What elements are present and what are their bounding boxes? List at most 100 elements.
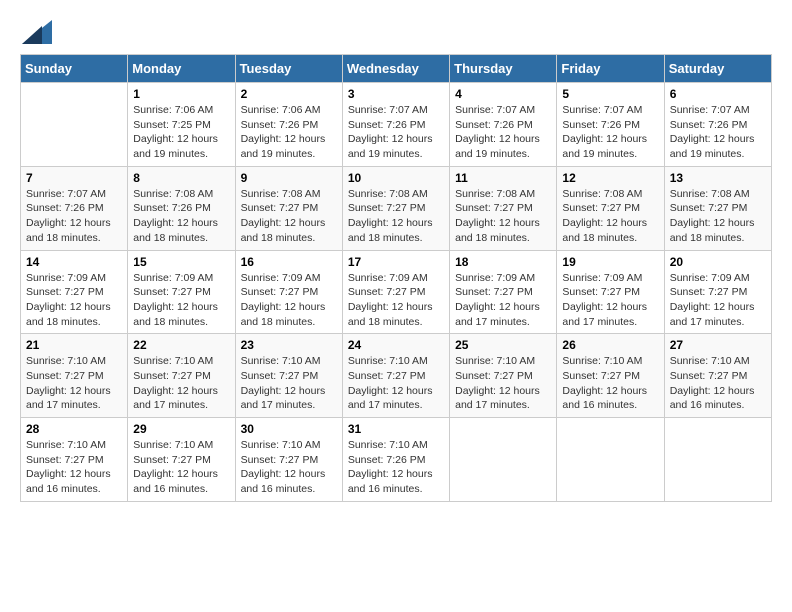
calendar-cell: 1Sunrise: 7:06 AMSunset: 7:25 PMDaylight…	[128, 83, 235, 167]
day-number: 22	[133, 338, 229, 352]
day-info: Sunrise: 7:08 AMSunset: 7:27 PMDaylight:…	[455, 187, 551, 246]
calendar-header-row: SundayMondayTuesdayWednesdayThursdayFrid…	[21, 55, 772, 83]
day-info: Sunrise: 7:10 AMSunset: 7:27 PMDaylight:…	[133, 354, 229, 413]
header-monday: Monday	[128, 55, 235, 83]
day-number: 2	[241, 87, 337, 101]
calendar-cell: 15 Sunrise: 7:09 AMSunset: 7:27 PMDayligh…	[128, 250, 235, 334]
day-number: 10	[348, 171, 444, 185]
calendar-cell: 28 Sunrise: 7:10 AMSunset: 7:27 PMDayligh…	[21, 418, 128, 502]
calendar-cell: 12 Sunrise: 7:08 AMSunset: 7:27 PMDayligh…	[557, 166, 664, 250]
calendar-cell: 9 Sunrise: 7:08 AMSunset: 7:27 PMDaylight…	[235, 166, 342, 250]
calendar-cell: 24Sunrise: 7:10 AMSunset: 7:27 PMDayligh…	[342, 334, 449, 418]
calendar-cell: 26 Sunrise: 7:10 AMSunset: 7:27 PMDayligh…	[557, 334, 664, 418]
calendar-cell: 6 Sunrise: 7:07 AMSunset: 7:26 PMDaylight…	[664, 83, 771, 167]
calendar-cell	[450, 418, 557, 502]
day-info: Sunrise: 7:06 AMSunset: 7:26 PMDaylight:…	[241, 103, 337, 162]
day-info: Sunrise: 7:09 AMSunset: 7:27 PMDaylight:…	[26, 271, 122, 330]
day-number: 29	[133, 422, 229, 436]
day-info: Sunrise: 7:10 AMSunset: 7:27 PMDaylight:…	[133, 438, 229, 497]
calendar-cell: 21 Sunrise: 7:10 AMSunset: 7:27 PMDayligh…	[21, 334, 128, 418]
day-info: Sunrise: 7:09 AMSunset: 7:27 PMDaylight:…	[670, 271, 766, 330]
day-info: Sunrise: 7:09 AMSunset: 7:27 PMDaylight:…	[562, 271, 658, 330]
day-number: 28	[26, 422, 122, 436]
calendar-week-row: 21 Sunrise: 7:10 AMSunset: 7:27 PMDayligh…	[21, 334, 772, 418]
calendar-cell: 17 Sunrise: 7:09 AMSunset: 7:27 PMDayligh…	[342, 250, 449, 334]
page-header	[20, 20, 772, 44]
calendar-cell: 14 Sunrise: 7:09 AMSunset: 7:27 PMDayligh…	[21, 250, 128, 334]
day-number: 25	[455, 338, 551, 352]
day-info: Sunrise: 7:10 AMSunset: 7:27 PMDaylight:…	[26, 438, 122, 497]
day-number: 16	[241, 255, 337, 269]
day-number: 9	[241, 171, 337, 185]
day-number: 13	[670, 171, 766, 185]
calendar-cell: 13Sunrise: 7:08 AMSunset: 7:27 PMDayligh…	[664, 166, 771, 250]
day-info: Sunrise: 7:10 AMSunset: 7:27 PMDaylight:…	[670, 354, 766, 413]
day-number: 19	[562, 255, 658, 269]
day-info: Sunrise: 7:10 AMSunset: 7:27 PMDaylight:…	[455, 354, 551, 413]
day-info: Sunrise: 7:07 AMSunset: 7:26 PMDaylight:…	[670, 103, 766, 162]
day-info: Sunrise: 7:06 AMSunset: 7:25 PMDaylight:…	[133, 103, 229, 162]
day-number: 20	[670, 255, 766, 269]
day-number: 4	[455, 87, 551, 101]
calendar-cell: 30Sunrise: 7:10 AMSunset: 7:27 PMDayligh…	[235, 418, 342, 502]
calendar-cell: 18 Sunrise: 7:09 AMSunset: 7:27 PMDayligh…	[450, 250, 557, 334]
calendar-cell: 4 Sunrise: 7:07 AMSunset: 7:26 PMDaylight…	[450, 83, 557, 167]
day-info: Sunrise: 7:09 AMSunset: 7:27 PMDaylight:…	[241, 271, 337, 330]
calendar-table: SundayMondayTuesdayWednesdayThursdayFrid…	[20, 54, 772, 502]
day-info: Sunrise: 7:07 AMSunset: 7:26 PMDaylight:…	[26, 187, 122, 246]
header-sunday: Sunday	[21, 55, 128, 83]
calendar-cell: 2 Sunrise: 7:06 AMSunset: 7:26 PMDaylight…	[235, 83, 342, 167]
header-friday: Friday	[557, 55, 664, 83]
calendar-cell: 8 Sunrise: 7:08 AMSunset: 7:26 PMDaylight…	[128, 166, 235, 250]
day-info: Sunrise: 7:09 AMSunset: 7:27 PMDaylight:…	[455, 271, 551, 330]
day-info: Sunrise: 7:08 AMSunset: 7:27 PMDaylight:…	[562, 187, 658, 246]
calendar-week-row: 28 Sunrise: 7:10 AMSunset: 7:27 PMDayligh…	[21, 418, 772, 502]
day-number: 11	[455, 171, 551, 185]
day-number: 14	[26, 255, 122, 269]
calendar-cell: 31 Sunrise: 7:10 AMSunset: 7:26 PMDayligh…	[342, 418, 449, 502]
day-info: Sunrise: 7:10 AMSunset: 7:26 PMDaylight:…	[348, 438, 444, 497]
day-number: 12	[562, 171, 658, 185]
day-info: Sunrise: 7:09 AMSunset: 7:27 PMDaylight:…	[348, 271, 444, 330]
day-number: 21	[26, 338, 122, 352]
day-number: 23	[241, 338, 337, 352]
day-number: 7	[26, 171, 122, 185]
calendar-cell: 16 Sunrise: 7:09 AMSunset: 7:27 PMDayligh…	[235, 250, 342, 334]
day-info: Sunrise: 7:07 AMSunset: 7:26 PMDaylight:…	[455, 103, 551, 162]
header-wednesday: Wednesday	[342, 55, 449, 83]
calendar-week-row: 1Sunrise: 7:06 AMSunset: 7:25 PMDaylight…	[21, 83, 772, 167]
day-number: 30	[241, 422, 337, 436]
day-info: Sunrise: 7:08 AMSunset: 7:26 PMDaylight:…	[133, 187, 229, 246]
day-number: 26	[562, 338, 658, 352]
calendar-cell	[664, 418, 771, 502]
header-saturday: Saturday	[664, 55, 771, 83]
day-info: Sunrise: 7:08 AMSunset: 7:27 PMDaylight:…	[348, 187, 444, 246]
day-number: 5	[562, 87, 658, 101]
calendar-week-row: 14 Sunrise: 7:09 AMSunset: 7:27 PMDayligh…	[21, 250, 772, 334]
day-info: Sunrise: 7:08 AMSunset: 7:27 PMDaylight:…	[241, 187, 337, 246]
calendar-cell: 3Sunrise: 7:07 AMSunset: 7:26 PMDaylight…	[342, 83, 449, 167]
day-number: 8	[133, 171, 229, 185]
day-info: Sunrise: 7:10 AMSunset: 7:27 PMDaylight:…	[241, 354, 337, 413]
day-info: Sunrise: 7:09 AMSunset: 7:27 PMDaylight:…	[133, 271, 229, 330]
day-info: Sunrise: 7:07 AMSunset: 7:26 PMDaylight:…	[562, 103, 658, 162]
day-number: 24	[348, 338, 444, 352]
calendar-cell: 5 Sunrise: 7:07 AMSunset: 7:26 PMDaylight…	[557, 83, 664, 167]
day-number: 18	[455, 255, 551, 269]
day-number: 6	[670, 87, 766, 101]
calendar-week-row: 7 Sunrise: 7:07 AMSunset: 7:26 PMDaylight…	[21, 166, 772, 250]
calendar-cell: 29 Sunrise: 7:10 AMSunset: 7:27 PMDayligh…	[128, 418, 235, 502]
day-info: Sunrise: 7:10 AMSunset: 7:27 PMDaylight:…	[562, 354, 658, 413]
calendar-cell: 23 Sunrise: 7:10 AMSunset: 7:27 PMDayligh…	[235, 334, 342, 418]
day-info: Sunrise: 7:10 AMSunset: 7:27 PMDaylight:…	[26, 354, 122, 413]
calendar-cell	[21, 83, 128, 167]
day-number: 31	[348, 422, 444, 436]
calendar-cell: 10 Sunrise: 7:08 AMSunset: 7:27 PMDayligh…	[342, 166, 449, 250]
day-number: 27	[670, 338, 766, 352]
logo-icon	[22, 20, 52, 44]
calendar-cell: 19 Sunrise: 7:09 AMSunset: 7:27 PMDayligh…	[557, 250, 664, 334]
header-tuesday: Tuesday	[235, 55, 342, 83]
day-number: 15	[133, 255, 229, 269]
day-number: 17	[348, 255, 444, 269]
logo	[20, 20, 52, 44]
